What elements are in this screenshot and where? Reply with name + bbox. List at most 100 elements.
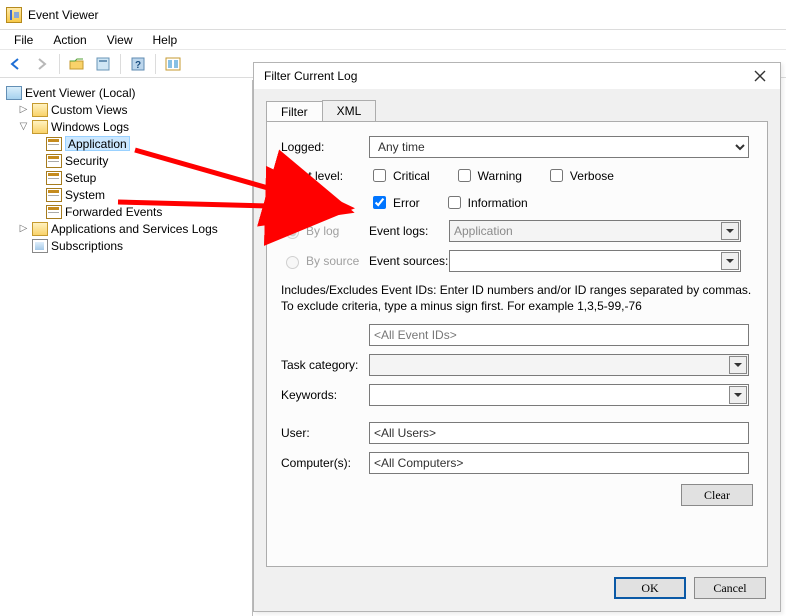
radio-by-log-input <box>286 226 299 239</box>
folder-icon <box>32 120 48 134</box>
label-computers: Computer(s): <box>281 456 369 470</box>
tab-xml[interactable]: XML <box>322 100 377 121</box>
chevron-down-icon[interactable] <box>721 252 739 270</box>
tree-log-security[interactable]: Security <box>46 152 252 169</box>
check-critical[interactable]: Critical <box>369 166 430 185</box>
cancel-button[interactable]: Cancel <box>694 577 766 599</box>
radio-by-source: By source <box>281 253 369 269</box>
radio-by-log: By log <box>281 223 369 239</box>
tree-log-forwarded[interactable]: Forwarded Events <box>46 203 252 220</box>
dialog-title: Filter Current Log <box>264 69 357 83</box>
subscriptions-icon <box>32 239 48 253</box>
check-verbose[interactable]: Verbose <box>546 166 614 185</box>
dialog-button-row: OK Cancel <box>614 577 766 599</box>
properties-button[interactable] <box>91 53 115 75</box>
event-logs-combo: Application <box>449 220 741 242</box>
close-button[interactable] <box>746 66 774 86</box>
checkbox-information[interactable] <box>448 196 461 209</box>
tree-label: Forwarded Events <box>65 205 162 219</box>
dialog-titlebar: Filter Current Log <box>254 63 780 89</box>
tree-log-setup[interactable]: Setup <box>46 169 252 186</box>
label-event-sources: Event sources: <box>369 254 449 268</box>
tree-label: Application <box>65 136 130 151</box>
window-title: Event Viewer <box>28 8 98 22</box>
expand-icon[interactable]: ▷ <box>18 223 29 234</box>
tab-filter[interactable]: Filter <box>266 101 323 122</box>
svg-text:?: ? <box>135 60 141 71</box>
log-icon <box>46 137 62 151</box>
label-event-logs: Event logs: <box>369 224 449 238</box>
check-information[interactable]: Information <box>444 193 528 212</box>
filter-dialog: Filter Current Log Filter XML Logged: An… <box>253 62 781 612</box>
titlebar: Event Viewer <box>0 0 786 30</box>
tree-log-system[interactable]: System <box>46 186 252 203</box>
log-icon <box>46 154 62 168</box>
keywords-combo[interactable] <box>369 384 749 406</box>
separator <box>59 54 60 74</box>
label-task-category: Task category: <box>281 358 369 372</box>
tree-log-application[interactable]: Application <box>46 135 252 152</box>
log-icon <box>46 188 62 202</box>
label-event-level: Event level: <box>281 169 369 183</box>
menu-action[interactable]: Action <box>45 32 94 48</box>
tree-label: Security <box>65 154 108 168</box>
checkbox-error[interactable] <box>373 196 386 209</box>
tab-content-filter: Logged: Any time Event level: Critical W… <box>266 121 768 567</box>
tree-root[interactable]: Event Viewer (Local) <box>6 84 252 101</box>
event-viewer-icon <box>6 86 22 100</box>
tree-subscriptions[interactable]: Subscriptions <box>32 237 252 254</box>
checkbox-verbose[interactable] <box>550 169 563 182</box>
tree-label: Applications and Services Logs <box>51 222 218 236</box>
tree-label: Event Viewer (Local) <box>25 86 136 100</box>
list-view-button[interactable] <box>161 53 185 75</box>
logged-select[interactable]: Any time <box>369 136 749 158</box>
clear-button[interactable]: Clear <box>681 484 753 506</box>
tree-label: System <box>65 188 105 202</box>
chevron-down-icon[interactable] <box>729 386 747 404</box>
user-input[interactable] <box>369 422 749 444</box>
separator <box>120 54 121 74</box>
event-ids-input[interactable] <box>369 324 749 346</box>
event-sources-combo[interactable] <box>449 250 741 272</box>
menu-view[interactable]: View <box>99 32 141 48</box>
tree-label: Subscriptions <box>51 239 123 253</box>
event-viewer-icon <box>6 7 22 23</box>
help-button[interactable]: ? <box>126 53 150 75</box>
ok-button[interactable]: OK <box>614 577 686 599</box>
checkbox-warning[interactable] <box>458 169 471 182</box>
label-user: User: <box>281 426 369 440</box>
help-text: Includes/Excludes Event IDs: Enter ID nu… <box>281 282 753 314</box>
tree-windows-logs[interactable]: ▽ Windows Logs <box>18 118 252 135</box>
task-category-combo <box>369 354 749 376</box>
computers-input[interactable] <box>369 452 749 474</box>
checkbox-critical[interactable] <box>373 169 386 182</box>
dialog-body: Filter XML Logged: Any time Event level:… <box>254 89 780 611</box>
tree-label: Custom Views <box>51 103 127 117</box>
chevron-down-icon <box>729 356 747 374</box>
tree-label: Windows Logs <box>51 120 129 134</box>
folder-icon <box>32 103 48 117</box>
tree-label: Setup <box>65 171 96 185</box>
check-warning[interactable]: Warning <box>454 166 522 185</box>
menu-help[interactable]: Help <box>145 32 186 48</box>
radio-by-source-input <box>286 256 299 269</box>
menubar: File Action View Help <box>0 30 786 50</box>
collapse-icon[interactable]: ▽ <box>18 121 29 132</box>
forward-button[interactable] <box>30 53 54 75</box>
check-error[interactable]: Error <box>369 193 420 212</box>
expand-icon[interactable]: ▷ <box>18 104 29 115</box>
folder-icon <box>32 222 48 236</box>
log-icon <box>46 171 62 185</box>
menu-file[interactable]: File <box>6 32 41 48</box>
tab-strip: Filter XML <box>266 99 768 121</box>
label-logged: Logged: <box>281 140 369 154</box>
navigation-tree: Event Viewer (Local) ▷ Custom Views ▽ Wi… <box>0 80 253 616</box>
open-button[interactable] <box>65 53 89 75</box>
back-button[interactable] <box>4 53 28 75</box>
chevron-down-icon <box>721 222 739 240</box>
separator <box>155 54 156 74</box>
label-keywords: Keywords: <box>281 388 369 402</box>
tree-apps-services-logs[interactable]: ▷ Applications and Services Logs <box>18 220 252 237</box>
log-icon <box>46 205 62 219</box>
tree-custom-views[interactable]: ▷ Custom Views <box>18 101 252 118</box>
